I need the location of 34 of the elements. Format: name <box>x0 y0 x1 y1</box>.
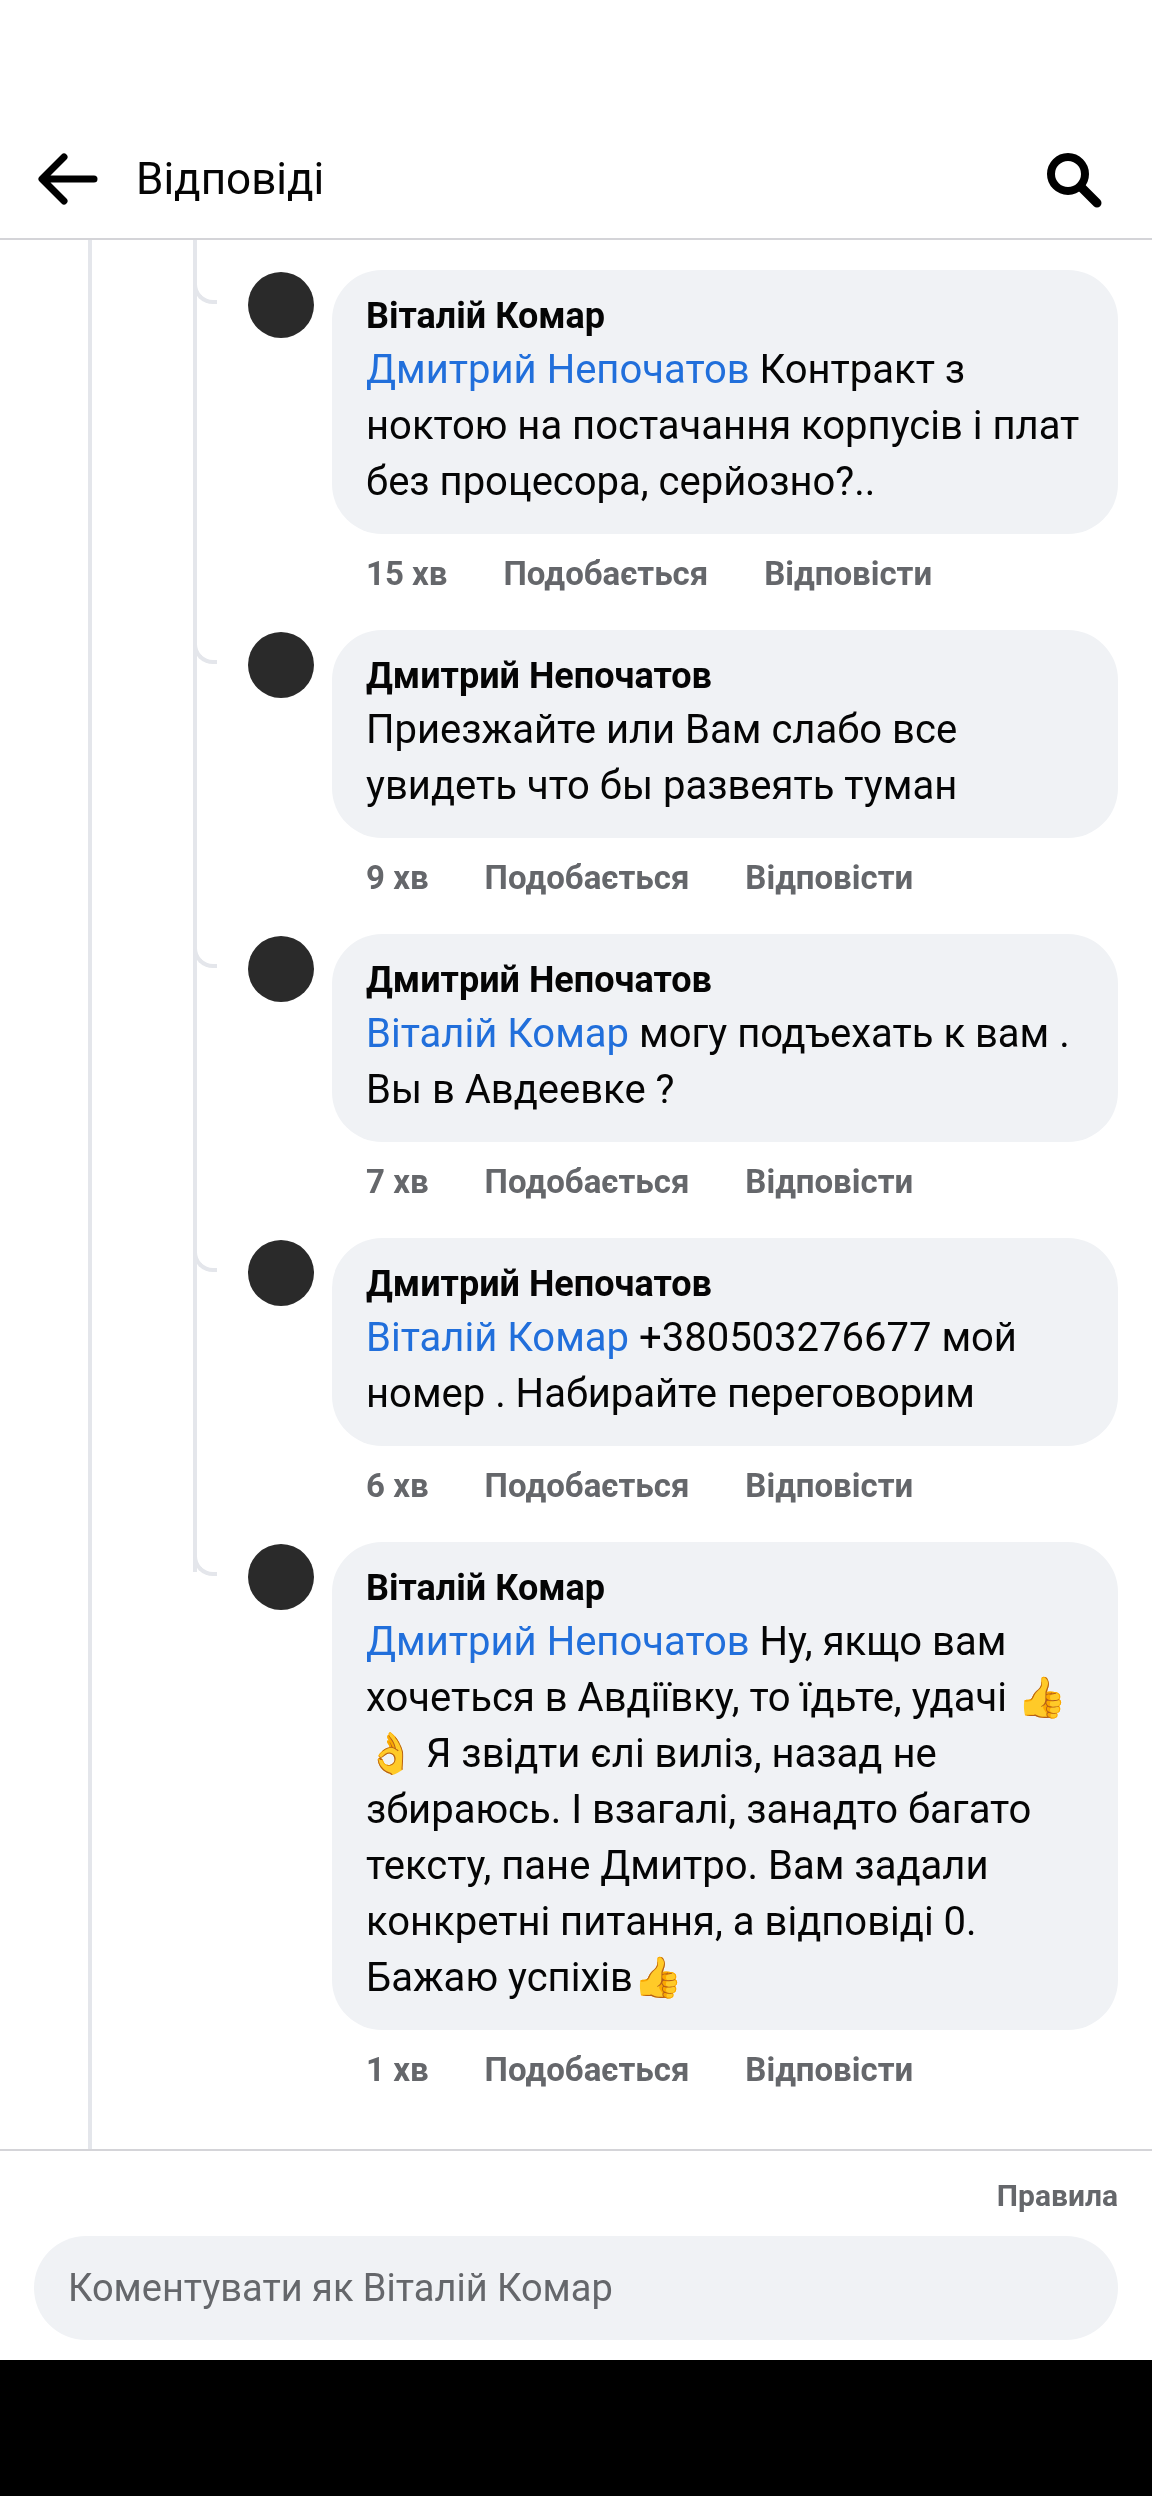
page-title: Відповіді <box>136 152 325 207</box>
comment-time: 15 хв <box>366 554 448 594</box>
rules-link[interactable]: Правила <box>996 2173 1118 2218</box>
comment-text: Приезжайте или Вам слабо все увидеть что бы развеять туман <box>366 705 959 811</box>
like-link[interactable]: Подобається <box>484 858 690 898</box>
comment-text: Віталій Комар +380503276677 мой номер . Набирайте переговорим <box>366 1313 1018 1419</box>
mention-link[interactable]: Віталій Комар <box>366 1314 630 1361</box>
like-link[interactable]: Подобається <box>484 1466 690 1506</box>
comment-input[interactable]: Коментувати як Віталій Комар <box>34 2236 1118 2340</box>
search-icon[interactable] <box>1044 150 1102 208</box>
comment-text: Дмитрий Непочатов Ну, якщо вам хочеться в Авдіївку, то їдьте, удачі 👍👌 Я звідти єлі виліз, назад не збираюсь. І взагалі, занадто багато тексту, пане Дмитро. Вам задали конкретні питання, а відповіді 0. Бажаю успіхів👍 <box>366 1617 1068 2003</box>
reply-link[interactable]: Відповісти <box>745 1466 914 1506</box>
mention-link[interactable]: Дмитрий Непочатов <box>366 346 750 393</box>
comment-text: Віталій Комар могу подъехать к вам . Вы в Авдеевке ? <box>366 1009 1071 1115</box>
reply-link[interactable]: Відповісти <box>745 2050 914 2090</box>
mention-link[interactable]: Віталій Комар <box>366 1010 630 1057</box>
author-name[interactable]: Дмитрий Непочатов <box>366 956 1084 1004</box>
back-arrow-icon[interactable] <box>36 152 98 206</box>
author-name[interactable]: Віталій Комар <box>366 1564 1084 1612</box>
like-link[interactable]: Подобається <box>484 2050 690 2090</box>
author-name[interactable]: Віталій Комар <box>366 292 1084 340</box>
reply-link[interactable]: Відповісти <box>745 858 914 898</box>
author-name[interactable]: Дмитрий Непочатов <box>366 1260 1084 1308</box>
comment-time: 1 хв <box>366 2050 429 2090</box>
reply-link[interactable]: Відповісти <box>764 554 933 594</box>
comment-time: 6 хв <box>366 1466 429 1506</box>
mention-link[interactable]: Дмитрий Непочатов <box>366 1618 750 1665</box>
like-link[interactable]: Подобається <box>484 1162 690 1202</box>
comment-text: Дмитрий Непочатов Контракт з ноктою на постачання корпусів і плат без процесора, серйозно?.. <box>366 345 1081 507</box>
comment-time: 9 хв <box>366 858 429 898</box>
like-link[interactable]: Подобається <box>503 554 709 594</box>
comment-time: 7 хв <box>366 1162 429 1202</box>
reply-link[interactable]: Відповісти <box>745 1162 914 1202</box>
author-name[interactable]: Дмитрий Непочатов <box>366 652 1084 700</box>
